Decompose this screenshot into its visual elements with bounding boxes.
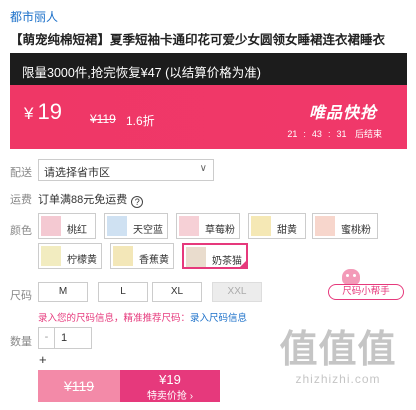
region-select[interactable]: 请选择省市区 ∨	[38, 159, 214, 181]
watermark-logo: 值值值	[279, 329, 397, 371]
watermark: 值值值 zhizhizhi.com	[268, 330, 408, 386]
color-thumbnail	[41, 246, 61, 266]
size-option[interactable]: L	[98, 282, 148, 302]
color-option-label: 桃红	[67, 225, 87, 236]
color-option[interactable]: 甜黄	[248, 213, 306, 239]
quantity-decrease-button[interactable]: -	[39, 328, 55, 348]
color-option[interactable]: 天空蓝	[104, 213, 168, 239]
color-option[interactable]: 香蕉黄	[110, 243, 174, 269]
product-title: 【萌宠纯棉短裙】夏季短袖卡通印花可爱少女圆领女睡裙连衣裙睡衣	[10, 33, 386, 47]
limit-banner: 限量3000件,抢完恢复¥47 (以结算价格为准)	[10, 53, 407, 85]
size-label: 尺码	[10, 290, 32, 302]
color-thumbnail	[186, 247, 206, 267]
currency-symbol: ¥	[24, 104, 34, 123]
current-price: ¥19	[24, 99, 62, 125]
size-note-link[interactable]: 录入尺码信息	[190, 313, 247, 324]
color-thumbnail	[41, 216, 61, 236]
flash-sale-label: 唯品快抢	[308, 105, 377, 122]
watermark-url: zhizhizhi.com	[295, 372, 381, 386]
countdown-suffix: 后结束	[354, 129, 382, 139]
color-option[interactable]: 柠檬黄	[38, 243, 102, 269]
buy-button[interactable]: ¥119 ¥19 特卖价抢 ›	[38, 370, 220, 402]
quantity-stepper: - 1	[38, 327, 92, 349]
buy-now-button[interactable]: ¥19 特卖价抢 ›	[120, 370, 220, 402]
size-note: 录入您的尺码信息，精准推荐尺码：录入尺码信息	[38, 310, 247, 324]
delivery-label: 配送	[10, 167, 32, 179]
size-helper-button[interactable]: 尺码小帮手	[328, 269, 406, 300]
chevron-down-icon: ∨	[199, 163, 207, 174]
quantity-input[interactable]: 1	[55, 328, 91, 348]
current-price-value: 19	[37, 99, 62, 124]
price-banner: ¥19 ¥119 1.6折 唯品快抢 21:43:31 后结束	[10, 85, 407, 149]
color-thumbnail	[179, 216, 199, 236]
color-option[interactable]: 草莓粉	[176, 213, 240, 239]
buy-original-price[interactable]: ¥119	[38, 370, 120, 402]
color-thumbnail	[315, 216, 335, 236]
color-thumbnail	[113, 246, 133, 266]
color-option[interactable]: 奶茶猫	[182, 243, 248, 269]
brand-link[interactable]: 都市丽人	[10, 8, 58, 25]
shipping-info: 订单满88元免运费?	[38, 191, 144, 208]
color-label: 颜色	[10, 225, 32, 237]
buy-price: ¥19	[159, 372, 181, 387]
color-option-label: 甜黄	[277, 225, 297, 236]
buy-cta-label: 特卖价抢 ›	[146, 391, 194, 402]
countdown-timer: 21:43:31 后结束	[284, 127, 385, 140]
discount-label: 1.6折	[126, 114, 155, 128]
shipping-label: 运费	[10, 194, 32, 206]
quantity-increase-button[interactable]: +	[39, 352, 47, 367]
color-option[interactable]: 桃红	[38, 213, 96, 239]
countdown-seconds: 31	[336, 129, 347, 139]
size-option[interactable]: M	[38, 282, 88, 302]
color-option-label: 香蕉黄	[139, 255, 169, 266]
color-option-label: 柠檬黄	[67, 255, 97, 266]
color-option[interactable]: 蜜桃粉	[312, 213, 378, 239]
selected-check-icon	[238, 259, 248, 269]
color-option-label: 天空蓝	[133, 225, 163, 236]
countdown-minutes: 43	[311, 129, 322, 139]
countdown-hours: 21	[287, 129, 298, 139]
region-select-placeholder: 请选择省市区	[44, 167, 110, 179]
mascot-icon	[342, 269, 360, 285]
countdown-sep: :	[303, 129, 306, 139]
color-option-label: 蜜桃粉	[341, 225, 371, 236]
original-price: ¥119	[90, 112, 116, 126]
countdown-sep: :	[327, 129, 331, 139]
color-option-label: 草莓粉	[205, 225, 235, 236]
shipping-text: 订单满88元免运费	[38, 194, 128, 206]
size-option: XXL	[212, 282, 262, 302]
color-thumbnail	[107, 216, 127, 236]
size-option[interactable]: XL	[152, 282, 202, 302]
help-circle-icon[interactable]: ?	[131, 196, 144, 208]
size-note-text: 录入您的尺码信息，精准推荐尺码：	[38, 313, 191, 324]
color-thumbnail	[251, 216, 271, 236]
size-helper-label: 尺码小帮手	[328, 284, 404, 300]
quantity-label: 数量	[10, 336, 32, 348]
